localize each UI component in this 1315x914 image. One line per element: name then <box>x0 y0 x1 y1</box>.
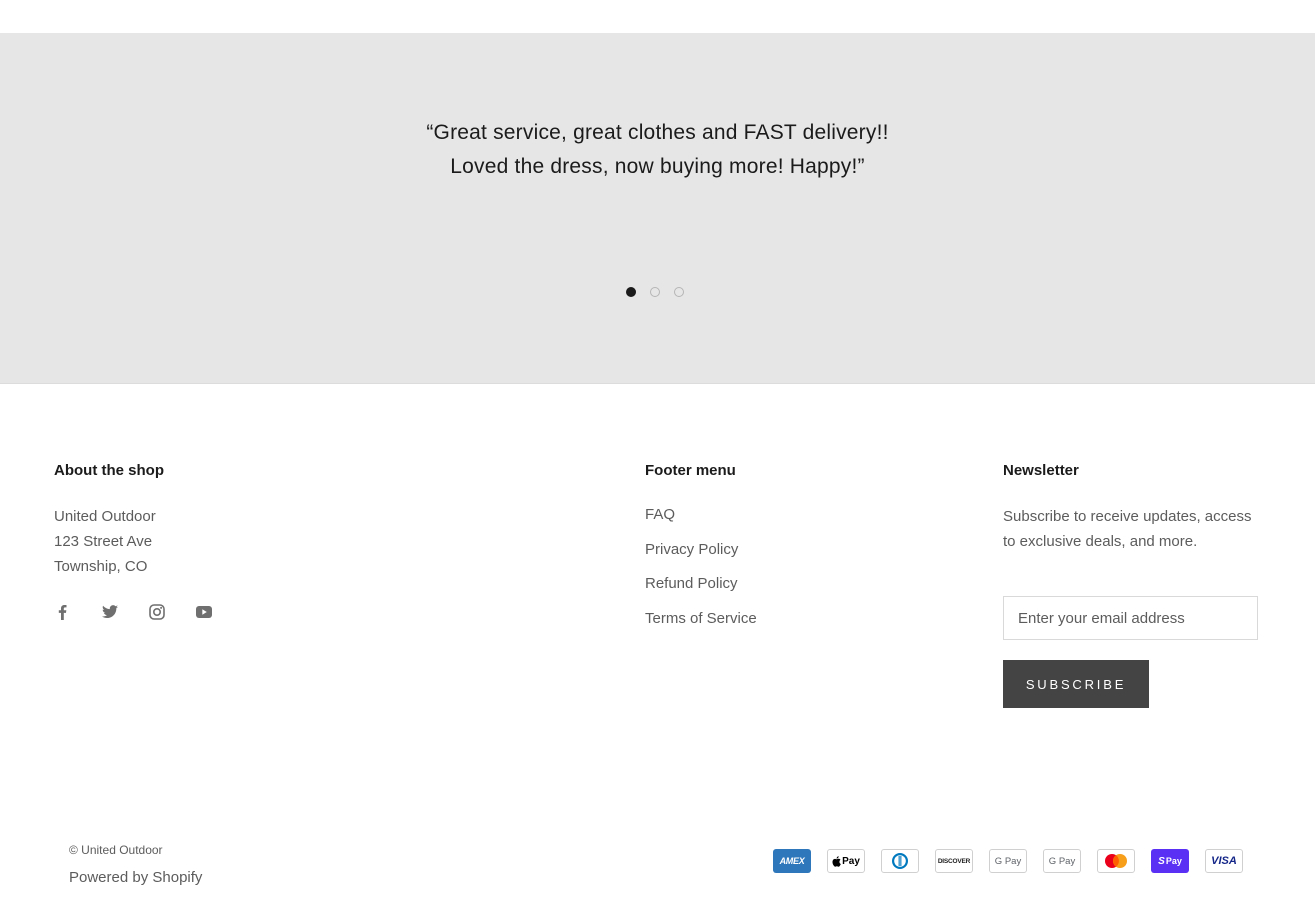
footer-link-terms-of-service[interactable]: Terms of Service <box>645 610 757 627</box>
powered-by-shopify-link[interactable]: Powered by Shopify <box>69 869 202 886</box>
newsletter-description: Subscribe to receive updates, access to … <box>1003 508 1252 550</box>
footer-link-privacy-policy[interactable]: Privacy Policy <box>645 541 738 558</box>
mastercard-icon <box>1097 849 1135 873</box>
visa-icon: VISA <box>1205 849 1243 873</box>
testimonial-line-2: Loved the dress, now buying more! Happy!… <box>450 155 865 178</box>
slider-dots <box>626 287 684 297</box>
google-pay-icon: G Pay <box>989 849 1027 873</box>
address-line-3: Township, CO <box>54 558 148 575</box>
twitter-link[interactable] <box>101 602 148 622</box>
diners-club-icon <box>881 849 919 873</box>
amex-icon: AMEX <box>773 849 811 873</box>
list-item: Refund Policy <box>645 572 757 607</box>
instagram-link[interactable] <box>148 602 195 622</box>
list-item: Terms of Service <box>645 607 757 642</box>
copyright-text: © United Outdoor <box>69 843 163 857</box>
facebook-icon <box>58 605 67 620</box>
testimonial-line-1: “Great service, great clothes and FAST d… <box>426 121 889 144</box>
facebook-link[interactable] <box>54 602 101 622</box>
list-item: FAQ <box>645 503 757 538</box>
shop-pay-icon: S Pay <box>1151 849 1189 873</box>
testimonial-quote: “Great service, great clothes and FAST d… <box>0 116 1315 184</box>
apple-pay-icon: Pay <box>827 849 865 873</box>
address-line-1: United Outdoor <box>54 508 156 525</box>
address-line-2: 123 Street Ave <box>54 533 153 550</box>
twitter-icon <box>102 605 118 618</box>
list-item: Privacy Policy <box>645 538 757 573</box>
payment-icons: AMEX Pay DISCOVER G Pay G Pay S Pay VISA <box>773 849 1243 873</box>
header-bar <box>0 0 1315 34</box>
about-title: About the shop <box>54 462 164 479</box>
discover-icon: DISCOVER <box>935 849 973 873</box>
instagram-icon <box>149 604 165 620</box>
footer-menu-title: Footer menu <box>645 462 736 479</box>
footer-menu-list: FAQ Privacy Policy Refund Policy Terms o… <box>645 503 757 641</box>
slider-dot-3[interactable] <box>674 287 684 297</box>
newsletter-title: Newsletter <box>1003 462 1079 479</box>
slider-dot-1[interactable] <box>626 287 636 297</box>
social-links <box>54 602 242 622</box>
email-field[interactable] <box>1003 596 1258 640</box>
youtube-icon <box>196 606 212 618</box>
slider-dot-2[interactable] <box>650 287 660 297</box>
shop-address: United Outdoor 123 Street Ave Township, … <box>54 504 156 579</box>
testimonial-section: “Great service, great clothes and FAST d… <box>0 34 1315 384</box>
footer-link-faq[interactable]: FAQ <box>645 506 675 523</box>
footer-link-refund-policy[interactable]: Refund Policy <box>645 575 738 592</box>
google-pay-icon: G Pay <box>1043 849 1081 873</box>
subscribe-button[interactable]: Subscribe <box>1003 660 1149 708</box>
youtube-link[interactable] <box>195 602 242 622</box>
